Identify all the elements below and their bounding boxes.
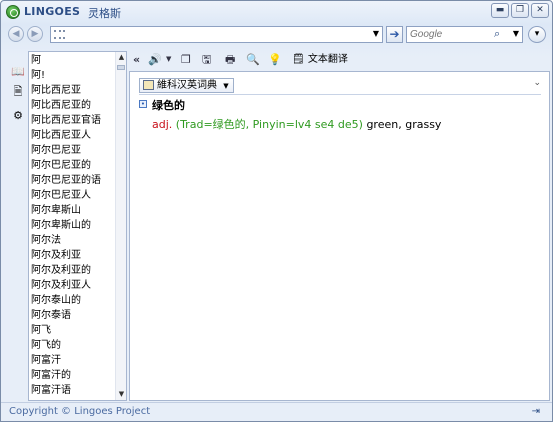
document-icon[interactable]: 🗎 [11,85,25,99]
list-item[interactable]: 阿尔巴尼亚 [31,143,81,158]
search-dropdown-icon[interactable]: ▼ [513,29,519,38]
forward-button[interactable]: ▶ [27,26,43,42]
trad-value: =绿色的, [203,118,253,131]
list-item[interactable]: 阿尔法 [31,233,61,248]
text-translate-label: 文本翻译 [307,54,348,65]
definition-line: adj. (Trad=绿色的, Pinyin=lv4 se4 de5) gree… [152,116,441,132]
list-item[interactable]: 阿比西尼亚官语 [31,113,101,128]
list-item[interactable]: 阿尔及利亚的 [31,263,91,278]
text-translate-button[interactable]: 🗒 文本翻译 [292,52,348,67]
copy-icon[interactable]: ❐ [181,52,191,67]
list-item[interactable]: 阿比西尼亚 [31,83,81,98]
web-search-box[interactable]: ⌕ ▼ [406,26,523,43]
minimize-icon: ▬ [495,5,505,15]
collapse-left-icon[interactable]: « [133,52,140,67]
list-item[interactable]: 阿飞的 [31,338,61,353]
list-item[interactable]: 阿飞 [31,323,51,338]
pin-icon[interactable]: ⇥ [532,406,540,417]
close-icon: ✕ [536,5,544,15]
scroll-up-icon[interactable]: ▲ [117,53,126,62]
dictionary-tab-label: 維科汉英词典 [157,80,217,91]
forward-icon: ▶ [31,29,39,39]
list-item[interactable]: 阿尔巴尼亚人 [31,188,91,203]
close-button[interactable]: ✕ [531,3,549,18]
list-icon [54,30,65,39]
pinyin-value: =lv4 se4 de5 [285,118,359,131]
list-item[interactable]: 阿尔及利亚 [31,248,81,263]
app-name: LINGOES [24,5,81,18]
list-item[interactable]: 阿富汗语 [31,383,71,398]
list-item[interactable]: 阿尔卑斯山 [31,203,81,218]
dictionary-book-icon[interactable]: 📖 [11,65,25,79]
web-search-input[interactable] [410,28,492,41]
find-icon[interactable]: 🔍 [246,52,260,67]
app-window: LINGOES 灵格斯 ▬ ❐ ✕ ◀ ▶ ▼ ➔ ⌕ ▼ ▾ 📖 🗎 ⚙ 阿 … [0,0,553,422]
speaker-dropdown-icon[interactable]: ▼ [166,52,171,67]
side-tool-strip: 📖 🗎 ⚙ [8,51,28,401]
save-icon[interactable]: 🖫 [202,52,211,67]
restore-icon: ❐ [515,5,525,15]
result-pane: 維科汉英词典 ▼ ⌄ • 绿色的 adj. (Trad=绿色的, Pinyin=… [129,71,550,401]
copyright-text: Copyright © Lingoes Project [9,406,151,417]
gloss: green, grassy [362,118,442,131]
scroll-down-icon[interactable]: ▼ [117,390,126,399]
lingoes-logo-icon [6,5,20,19]
book-icon [143,80,154,90]
trad-label: Trad [180,118,204,131]
list-item[interactable]: 阿 [31,53,41,68]
word-list-scrollbar[interactable]: ▲ ▼ [115,52,126,400]
go-button[interactable]: ➔ [386,26,403,43]
print-icon[interactable]: 🖶 [225,52,235,67]
list-item[interactable]: 阿尔及利亚人 [31,278,91,293]
settings-icon[interactable]: ⚙ [11,109,25,123]
back-icon: ◀ [12,29,20,39]
query-dropdown-icon[interactable]: ▼ [373,29,379,38]
scroll-thumb[interactable] [117,65,125,70]
list-item[interactable]: 阿尔巴尼亚的 [31,158,91,173]
list-item[interactable]: 阿比西尼亚的 [31,98,91,113]
headword: 绿色的 [152,99,185,112]
query-input[interactable] [69,28,366,41]
collapse-icon[interactable]: ⌄ [533,78,541,88]
pinyin-label: Pinyin [252,118,286,131]
list-item[interactable]: 阿尔巴尼亚的语 [31,173,101,188]
list-item[interactable]: 阿! [31,68,45,83]
back-button[interactable]: ◀ [8,26,24,42]
minimize-button[interactable]: ▬ [491,3,509,18]
main-menu-button[interactable]: ▾ [528,26,546,43]
title-bar: LINGOES 灵格斯 ▬ ❐ ✕ [1,1,552,23]
part-of-speech: adj. [152,118,173,131]
arrow-right-icon: ➔ [389,27,400,41]
divider [139,94,541,95]
query-toolbar: ◀ ▶ ▼ ➔ ⌕ ▼ ▾ [1,25,552,47]
restore-button[interactable]: ❐ [511,3,529,18]
search-icon[interactable]: ⌕ [494,27,500,41]
translate-icon: 🗒 [292,54,305,65]
menu-icon: ▾ [534,29,540,39]
list-item[interactable]: 阿尔泰山的 [31,293,81,308]
open-paren: ( [172,118,181,131]
speaker-icon[interactable]: 🔊 [148,52,162,67]
list-item[interactable]: 阿尔卑斯山的 [31,218,91,233]
query-combo[interactable]: ▼ [50,26,383,43]
chevron-down-icon: ▼ [223,82,229,90]
status-bar: Copyright © Lingoes Project ⇥ [1,402,552,421]
entry-expand-icon[interactable]: • [139,100,147,108]
list-item[interactable]: 阿比西尼亚人 [31,128,91,143]
list-item[interactable]: 阿尔泰语 [31,308,71,323]
result-toolbar: « 🔊 ▼ ❐ 🖫 🖶 🔍 💡 🗒 文本翻译 [129,51,551,69]
dictionary-tab[interactable]: 維科汉英词典 ▼ [139,78,234,93]
word-list[interactable]: 阿 阿! 阿比西尼亚 阿比西尼亚的 阿比西尼亚官语 阿比西尼亚人 阿尔巴尼亚 阿… [28,51,127,401]
app-name-chinese: 灵格斯 [88,7,121,20]
list-item[interactable]: 阿富汗 [31,353,61,368]
list-item[interactable]: 阿富汗的 [31,368,71,383]
lightbulb-icon[interactable]: 💡 [268,52,282,67]
